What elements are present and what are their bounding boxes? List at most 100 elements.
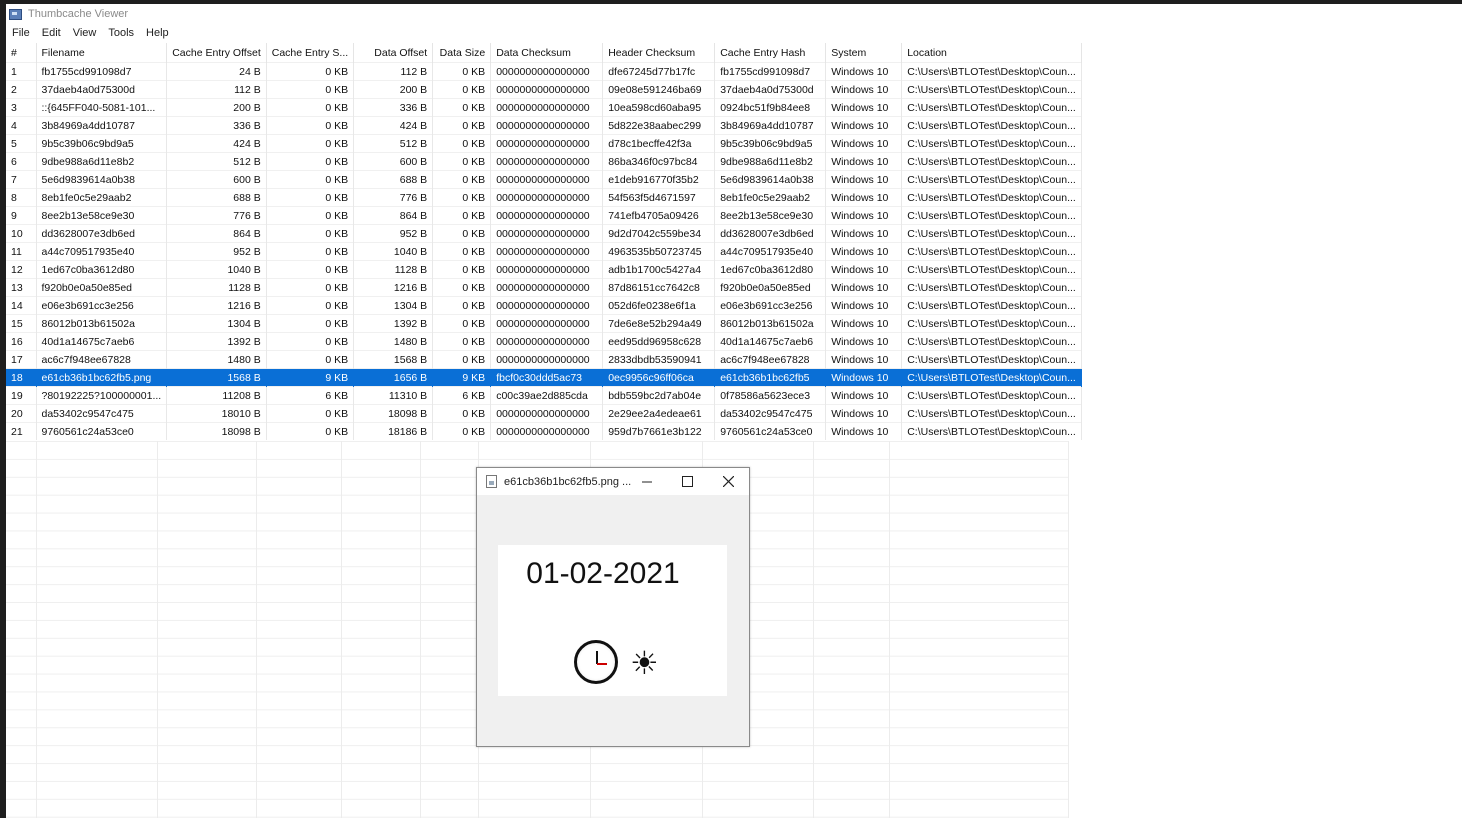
table-row[interactable]: 17 ac6c7f948ee67828 1480 B0 KB 1568 B0 KB 00… [6, 350, 1082, 369]
cell-cache-entry-size[interactable]: 0 KB [266, 422, 355, 440]
cell-filename[interactable]: f920b0e0a50e85ed [36, 278, 168, 297]
cell-location[interactable]: C:\Users\BTLOTest\Desktop\Coun... [901, 368, 1082, 387]
cell-header-checksum[interactable]: 0ec9956c96ff06ca [602, 368, 716, 387]
cell-data-offset[interactable]: 336 B [353, 98, 434, 117]
cell-system[interactable]: Windows 10 [825, 242, 903, 261]
table-row[interactable]: 16 40d1a14675c7aeb6 1392 B0 KB 1480 B0 KB 00… [6, 332, 1082, 351]
cell-location[interactable]: C:\Users\BTLOTest\Desktop\Coun... [901, 206, 1082, 225]
cell-system[interactable]: Windows 10 [825, 332, 903, 351]
column-header-cache-entry-size[interactable]: Cache Entry S... [266, 43, 355, 63]
cell-data-size[interactable]: 0 KB [432, 206, 492, 225]
cell-data-size[interactable]: 0 KB [432, 170, 492, 189]
cell-system[interactable]: Windows 10 [825, 368, 903, 387]
cell-data-offset[interactable]: 112 B [353, 62, 434, 81]
cell-system[interactable]: Windows 10 [825, 296, 903, 315]
cell-cache-entry-size[interactable]: 6 KB [266, 386, 355, 405]
cell-row-number[interactable]: 13 [6, 278, 37, 297]
cell-header-checksum[interactable]: 87d86151cc7642c8 [602, 278, 716, 297]
cell-filename[interactable]: e06e3b691cc3e256 [36, 296, 168, 315]
column-header-cache-entry-hash[interactable]: Cache Entry Hash [714, 43, 827, 63]
cell-cache-entry-offset[interactable]: 776 B [166, 206, 267, 225]
cell-cache-entry-hash[interactable]: 86012b013b61502a [714, 314, 827, 333]
minimize-button[interactable] [627, 468, 667, 495]
cell-cache-entry-offset[interactable]: 600 B [166, 170, 267, 189]
cell-row-number[interactable]: 8 [6, 188, 37, 207]
cell-system[interactable]: Windows 10 [825, 350, 903, 369]
cell-data-size[interactable]: 0 KB [432, 314, 492, 333]
cell-cache-entry-hash[interactable]: 5e6d9839614a0b38 [714, 170, 827, 189]
cell-data-offset[interactable]: 600 B [353, 152, 434, 171]
cell-data-size[interactable]: 0 KB [432, 116, 492, 135]
cell-location[interactable]: C:\Users\BTLOTest\Desktop\Coun... [901, 350, 1082, 369]
cell-cache-entry-size[interactable]: 0 KB [266, 260, 355, 279]
cell-data-checksum[interactable]: 0000000000000000 [490, 404, 604, 423]
cell-data-offset[interactable]: 1216 B [353, 278, 434, 297]
cell-filename[interactable]: da53402c9547c475 [36, 404, 168, 423]
cell-filename[interactable]: 86012b013b61502a [36, 314, 168, 333]
table-row[interactable]: 19 ?80192225?100000001... 11208 B6 KB 11310… [6, 386, 1082, 405]
cell-data-offset[interactable]: 952 B [353, 224, 434, 243]
cell-cache-entry-offset[interactable]: 952 B [166, 242, 267, 261]
cell-cache-entry-size[interactable]: 0 KB [266, 206, 355, 225]
cell-data-size[interactable]: 0 KB [432, 98, 492, 117]
cell-cache-entry-hash[interactable]: 3b84969a4dd10787 [714, 116, 827, 135]
cell-location[interactable]: C:\Users\BTLOTest\Desktop\Coun... [901, 98, 1082, 117]
cell-system[interactable]: Windows 10 [825, 422, 903, 440]
cell-data-checksum[interactable]: 0000000000000000 [490, 62, 604, 81]
cell-cache-entry-offset[interactable]: 688 B [166, 188, 267, 207]
cell-cache-entry-hash[interactable]: 40d1a14675c7aeb6 [714, 332, 827, 351]
table-row[interactable]: 13 f920b0e0a50e85ed 1128 B0 KB 1216 B0 KB 00… [6, 278, 1082, 297]
cell-cache-entry-hash[interactable]: e06e3b691cc3e256 [714, 296, 827, 315]
column-header-location[interactable]: Location [901, 43, 1082, 63]
table-row[interactable]: 12 1ed67c0ba3612d80 1040 B0 KB 1128 B0 KB 00… [6, 260, 1082, 279]
cell-header-checksum[interactable]: 2833dbdb53590941 [602, 350, 716, 369]
table-row[interactable]: 6 9dbe988a6d11e8b2 512 B0 KB 600 B0 KB 00000… [6, 152, 1082, 171]
cell-data-size[interactable]: 0 KB [432, 80, 492, 99]
cell-filename[interactable]: 8ee2b13e58ce9e30 [36, 206, 168, 225]
cell-cache-entry-size[interactable]: 0 KB [266, 188, 355, 207]
cell-cache-entry-size[interactable]: 0 KB [266, 98, 355, 117]
cell-header-checksum[interactable]: bdb559bc2d7ab04e [602, 386, 716, 405]
cell-cache-entry-size[interactable]: 0 KB [266, 224, 355, 243]
cell-cache-entry-size[interactable]: 0 KB [266, 242, 355, 261]
cell-location[interactable]: C:\Users\BTLOTest\Desktop\Coun... [901, 224, 1082, 243]
cell-cache-entry-hash[interactable]: da53402c9547c475 [714, 404, 827, 423]
cell-header-checksum[interactable]: 10ea598cd60aba95 [602, 98, 716, 117]
cell-cache-entry-size[interactable]: 0 KB [266, 134, 355, 153]
cell-row-number[interactable]: 19 [6, 386, 37, 405]
cell-row-number[interactable]: 7 [6, 170, 37, 189]
cell-filename[interactable]: fb1755cd991098d7 [36, 62, 168, 81]
cell-cache-entry-offset[interactable]: 18010 B [166, 404, 267, 423]
cell-header-checksum[interactable]: d78c1becffe42f3a [602, 134, 716, 153]
cell-cache-entry-hash[interactable]: dd3628007e3db6ed [714, 224, 827, 243]
cell-row-number[interactable]: 21 [6, 422, 37, 440]
cell-cache-entry-hash[interactable]: 9b5c39b06c9bd9a5 [714, 134, 827, 153]
cell-cache-entry-hash[interactable]: 0f78586a5623ece3 [714, 386, 827, 405]
cell-system[interactable]: Windows 10 [825, 80, 903, 99]
cell-data-checksum[interactable]: 0000000000000000 [490, 422, 604, 440]
cell-location[interactable]: C:\Users\BTLOTest\Desktop\Coun... [901, 404, 1082, 423]
cell-location[interactable]: C:\Users\BTLOTest\Desktop\Coun... [901, 116, 1082, 135]
cell-filename[interactable]: ?80192225?100000001... [36, 386, 168, 405]
cell-cache-entry-offset[interactable]: 1216 B [166, 296, 267, 315]
cell-row-number[interactable]: 18 [6, 368, 37, 387]
cell-system[interactable]: Windows 10 [825, 224, 903, 243]
table-row[interactable]: 11 a44c709517935e40 952 B0 KB 1040 B0 KB 000… [6, 242, 1082, 261]
cell-data-size[interactable]: 0 KB [432, 260, 492, 279]
cell-row-number[interactable]: 15 [6, 314, 37, 333]
cell-data-checksum[interactable]: 0000000000000000 [490, 206, 604, 225]
table-row[interactable]: 18 e61cb36b1bc62fb5.png 1568 B9 KB 1656 B9 … [6, 368, 1082, 387]
cell-header-checksum[interactable]: 2e29ee2a4edeae61 [602, 404, 716, 423]
cell-system[interactable]: Windows 10 [825, 260, 903, 279]
cell-cache-entry-size[interactable]: 9 KB [266, 368, 355, 387]
table-row[interactable]: 7 5e6d9839614a0b38 600 B0 KB 688 B0 KB 00000… [6, 170, 1082, 189]
cell-row-number[interactable]: 20 [6, 404, 37, 423]
cell-cache-entry-size[interactable]: 0 KB [266, 116, 355, 135]
cell-cache-entry-offset[interactable]: 18098 B [166, 422, 267, 440]
cell-filename[interactable]: 8eb1fe0c5e29aab2 [36, 188, 168, 207]
table-row[interactable]: 2 37daeb4a0d75300d 112 B0 KB 200 B0 KB 00000… [6, 80, 1082, 99]
cell-row-number[interactable]: 10 [6, 224, 37, 243]
column-header-data-checksum[interactable]: Data Checksum [490, 43, 604, 63]
cell-row-number[interactable]: 2 [6, 80, 37, 99]
cell-cache-entry-hash[interactable]: fb1755cd991098d7 [714, 62, 827, 81]
